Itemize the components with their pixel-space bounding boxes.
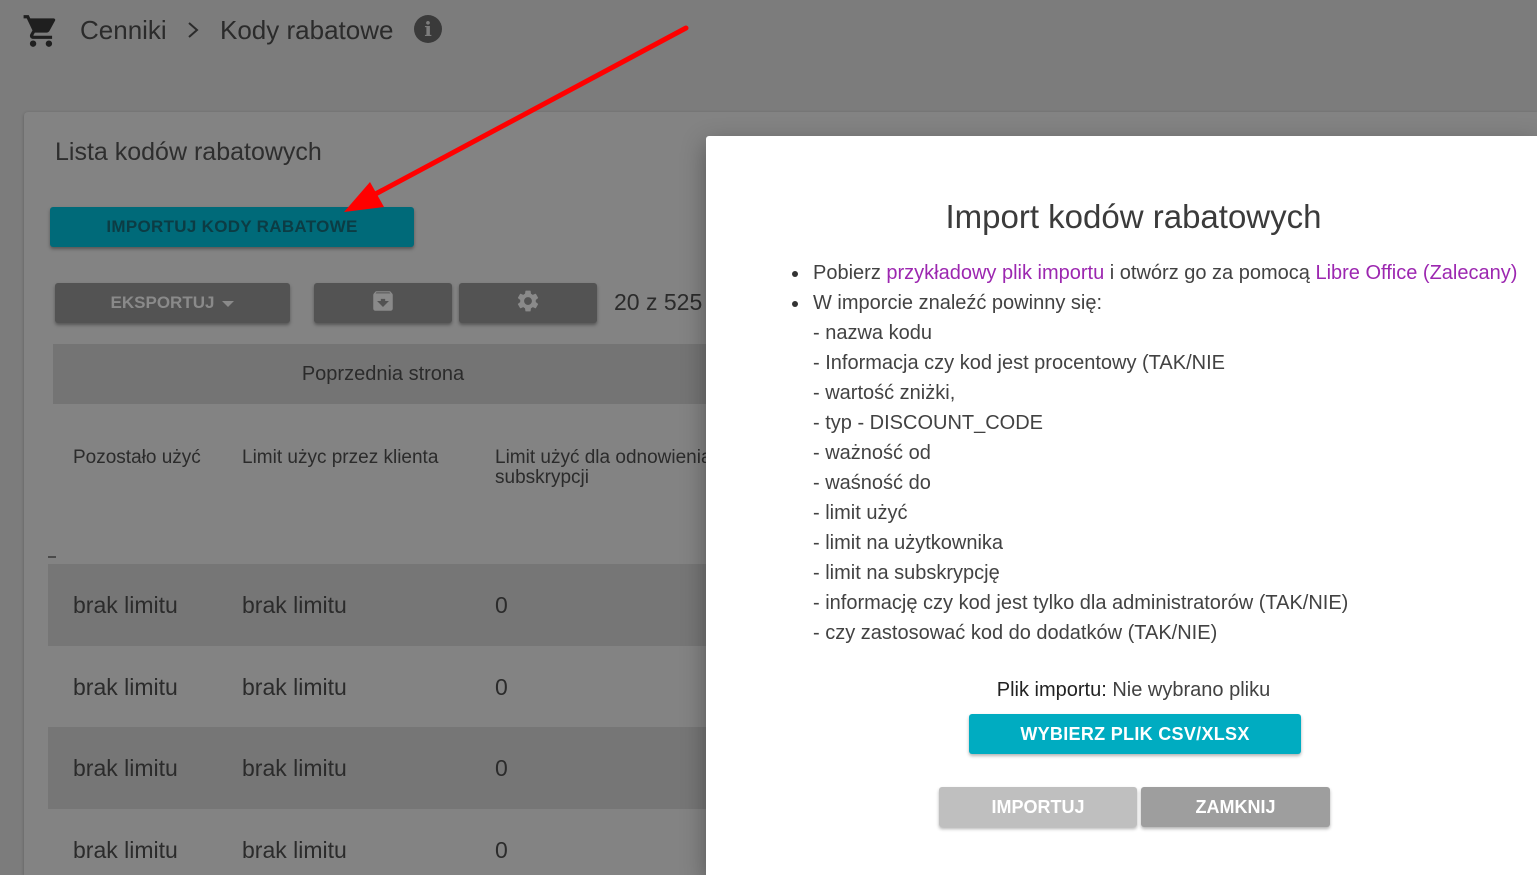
table-cell: 0 (495, 592, 508, 618)
close-button[interactable]: ZAMKNIJ (1141, 787, 1330, 827)
table-row[interactable]: brak limitu brak limitu 0 (48, 646, 713, 728)
settings-button[interactable] (459, 283, 597, 323)
previous-page-button[interactable]: Poprzednia strona (53, 344, 713, 404)
libre-office-link[interactable]: Libre Office (Zalecany) (1315, 262, 1517, 284)
column-header-client-limit[interactable]: Limit użyc przez klienta (242, 448, 438, 468)
chevron-right-icon (188, 22, 199, 38)
caret-down-icon (222, 300, 235, 307)
import-modal: Import kodów rabatowych Pobierz przykład… (706, 136, 1537, 875)
table-cell: brak limitu (242, 674, 347, 700)
column-header-remaining-uses[interactable]: Pozostało użyć (73, 448, 201, 468)
pagination-count: 20 z 525 (614, 289, 703, 315)
instruction-fields: W imporcie znaleźć powinny się: (791, 288, 1517, 318)
choose-file-button[interactable]: WYBIERZ PLIK CSV/XLSX (969, 714, 1301, 754)
breadcrumb-cenniki[interactable]: Cenniki (80, 14, 167, 46)
top-bar: Cenniki Kody rabatowe i (0, 0, 1537, 60)
table-cell: 0 (495, 837, 508, 863)
table-cell: brak limitu (73, 592, 178, 618)
table-row[interactable]: brak limitu brak limitu 0 (48, 727, 713, 809)
import-file-status: Plik importu: Nie wybrano pliku (706, 679, 1537, 702)
field-item: - informację czy kod jest tylko dla admi… (813, 592, 1349, 614)
import-discount-codes-button[interactable]: IMPORTUJ KODY RABATOWE (50, 207, 414, 247)
file-label: Plik importu: (996, 679, 1107, 701)
table-cell: 0 (495, 755, 508, 781)
archive-icon (373, 290, 393, 311)
table-cell: brak limitu (242, 755, 347, 781)
field-item: - limit na subskrypcję (813, 562, 1000, 584)
gear-icon (517, 290, 539, 311)
table-cell: brak limitu (242, 837, 347, 863)
field-item: - limit użyć (813, 502, 908, 524)
instruction-text: i otwórz go za pomocą (1104, 262, 1316, 284)
field-item: - typ - DISCOUNT_CODE (813, 412, 1044, 434)
card-title: Lista kodów rabatowych (55, 138, 322, 166)
info-icon[interactable]: i (414, 15, 442, 43)
file-value: Nie wybrano pliku (1112, 679, 1271, 701)
field-item: - czy zastosować kod do dodatków (TAK/NI… (813, 622, 1218, 644)
field-item: - ważność od (813, 442, 931, 464)
table-cell: brak limitu (73, 837, 178, 863)
breadcrumb-kody-rabatowe: Kody rabatowe (220, 15, 394, 45)
table-cell: brak limitu (73, 755, 178, 781)
shopping-cart-icon (23, 15, 56, 47)
field-item: - Informacja czy kod jest procentowy (TA… (813, 352, 1225, 374)
table-cell: brak limitu (73, 674, 178, 700)
field-item: - waśność do (813, 472, 931, 494)
table-row[interactable]: brak limitu brak limitu 0 (48, 809, 713, 875)
modal-title: Import kodów rabatowych (945, 198, 1322, 235)
export-dropdown-button[interactable]: EKSPORTUJ (55, 283, 290, 323)
table-row[interactable]: brak limitu brak limitu 0 (48, 564, 713, 646)
field-item: - wartość zniżki, (813, 382, 956, 404)
table-cell: brak limitu (242, 592, 347, 618)
import-button[interactable]: IMPORTUJ (939, 787, 1137, 827)
import-instructions: Pobierz przykładowy plik importu i otwór… (791, 258, 1517, 648)
header-divider (48, 556, 56, 558)
table-cell: 0 (495, 674, 508, 700)
column-header-renewal-limit[interactable]: Limit użyć dla odnowienia subskrypcji (495, 448, 735, 488)
field-item: - nazwa kodu (813, 322, 932, 344)
archive-button[interactable] (314, 283, 452, 323)
field-item: - limit na użytkownika (813, 532, 1004, 554)
instruction-download: Pobierz przykładowy plik importu i otwór… (791, 258, 1517, 288)
export-label: EKSPORTUJ (110, 293, 215, 312)
instruction-text: Pobierz (813, 262, 887, 284)
sample-file-link[interactable]: przykładowy plik importu (886, 262, 1104, 284)
